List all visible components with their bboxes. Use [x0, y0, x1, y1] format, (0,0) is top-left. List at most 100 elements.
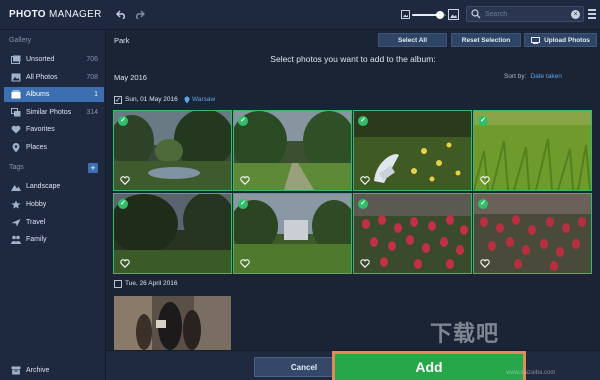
- selected-check-icon[interactable]: ✓: [478, 199, 488, 209]
- selected-check-icon[interactable]: ✓: [118, 199, 128, 209]
- select-all-button[interactable]: Select All: [378, 33, 447, 47]
- heart-icon: [10, 125, 21, 135]
- sidebar-item-label: Travel: [26, 219, 46, 226]
- sort-label: Sort by:: [504, 73, 527, 80]
- sidebar-item-travel[interactable]: Travel: [4, 215, 104, 230]
- add-button[interactable]: Add: [332, 351, 526, 380]
- search-box[interactable]: ×: [466, 6, 584, 22]
- photo-building-trees: [234, 194, 351, 273]
- tags-section-label: Tags: [9, 164, 24, 171]
- add-tag-button[interactable]: +: [88, 163, 98, 173]
- group-location-link[interactable]: Warsaw: [192, 96, 215, 103]
- gallery-section-label: Gallery: [9, 37, 32, 44]
- watermark-logo: 下载吧: [430, 321, 500, 346]
- photo-thumbnail[interactable]: ✓: [473, 193, 592, 274]
- month-heading: May 2016: [114, 73, 147, 82]
- album-name: Park: [114, 36, 130, 45]
- photo-park-trees-path: [234, 111, 351, 190]
- sidebar-item-label: Unsorted: [26, 56, 55, 63]
- unsorted-icon: [10, 55, 21, 65]
- hobby-icon: [10, 200, 21, 210]
- redo-icon[interactable]: [132, 7, 146, 21]
- favorite-heart-icon[interactable]: [480, 259, 490, 268]
- sidebar-item-hobby[interactable]: Hobby: [4, 197, 104, 212]
- group-date-label: Sun, 01 May 2016: [125, 96, 178, 103]
- photo-thumbnail[interactable]: [114, 296, 231, 350]
- family-icon: [10, 235, 21, 245]
- sidebar: Gallery Unsorted 706 All Photos 708 Albu…: [0, 30, 106, 380]
- sidebar-item-places[interactable]: Places: [4, 140, 104, 155]
- search-input[interactable]: [485, 8, 563, 20]
- location-pin-icon: [184, 96, 190, 104]
- title-bar: PHOTO MANAGER ×: [0, 0, 600, 30]
- selected-check-icon[interactable]: ✓: [358, 199, 368, 209]
- sort-option-link[interactable]: Date taken: [530, 73, 561, 80]
- sidebar-item-label: Similar Photos: [26, 109, 72, 116]
- sidebar-item-all-photos[interactable]: All Photos 708: [4, 70, 104, 85]
- favorite-heart-icon[interactable]: [240, 176, 250, 185]
- photo-thumbnail[interactable]: ✓: [113, 193, 232, 274]
- main-panel: Park Select All Reset Selection Upload P…: [106, 30, 600, 380]
- selected-check-icon[interactable]: ✓: [478, 116, 488, 126]
- sidebar-item-count: 314: [86, 109, 98, 116]
- sidebar-item-landscape[interactable]: Landscape: [4, 179, 104, 194]
- photo-red-tulips-2: [474, 194, 591, 273]
- sidebar-item-label: Favorites: [26, 126, 55, 133]
- instruction-text: Select photos you want to add to the alb…: [270, 54, 436, 64]
- archive-icon: [10, 366, 21, 376]
- photo-dark-trees: [114, 194, 231, 273]
- sort-by: Sort by: Date taken: [504, 73, 562, 80]
- clear-search-icon[interactable]: ×: [571, 10, 580, 19]
- favorite-heart-icon[interactable]: [120, 259, 130, 268]
- selected-check-icon[interactable]: ✓: [358, 116, 368, 126]
- photo-thumbnail[interactable]: ✓: [113, 110, 232, 191]
- favorite-heart-icon[interactable]: [240, 259, 250, 268]
- reset-selection-button[interactable]: Reset Selection: [451, 33, 521, 47]
- photo-thumbnail[interactable]: ✓: [233, 193, 352, 274]
- sidebar-item-label: Places: [26, 144, 48, 151]
- slider-knob[interactable]: [435, 11, 444, 19]
- sidebar-item-label: Landscape: [26, 183, 61, 190]
- group-checkbox-may-1[interactable]: ✓: [114, 96, 122, 104]
- sidebar-item-family[interactable]: Family: [4, 232, 104, 247]
- photo-red-tulips: [354, 194, 471, 273]
- group-checkbox-april-26[interactable]: [114, 280, 122, 288]
- favorite-heart-icon[interactable]: [360, 176, 370, 185]
- photo-thumbnail[interactable]: ✓: [353, 193, 472, 274]
- sidebar-item-label: Family: [26, 236, 47, 243]
- selected-check-icon[interactable]: ✓: [238, 116, 248, 126]
- sidebar-item-count: 1: [94, 91, 98, 98]
- sidebar-item-label: Albums: [26, 91, 50, 98]
- photo-flowers-grass: [354, 111, 471, 190]
- photo-park-trees-pond: [114, 111, 231, 190]
- albums-icon: [10, 90, 21, 100]
- landscape-icon: [10, 182, 21, 192]
- photo-thumbnail[interactable]: ✓: [353, 110, 472, 191]
- more-options-icon[interactable]: [587, 8, 597, 20]
- search-icon: [471, 9, 481, 19]
- sidebar-item-archive[interactable]: Archive: [4, 363, 104, 378]
- undo-icon[interactable]: [114, 7, 128, 21]
- photo-street-people: [114, 296, 231, 350]
- small-thumbnail-icon[interactable]: [398, 7, 412, 21]
- selected-check-icon[interactable]: ✓: [118, 116, 128, 126]
- photo-thumbnail[interactable]: ✓: [233, 110, 352, 191]
- selected-check-icon[interactable]: ✓: [238, 199, 248, 209]
- sidebar-item-count: 706: [86, 56, 98, 63]
- large-thumbnail-icon[interactable]: [446, 7, 460, 21]
- favorite-heart-icon[interactable]: [480, 176, 490, 185]
- upload-photos-button[interactable]: Upload Photos: [524, 33, 597, 47]
- sidebar-item-favorites[interactable]: Favorites: [4, 122, 104, 137]
- sidebar-item-label: All Photos: [26, 74, 58, 81]
- favorite-heart-icon[interactable]: [120, 176, 130, 185]
- photo-green-grass: [474, 111, 591, 190]
- sidebar-item-unsorted[interactable]: Unsorted 706: [4, 52, 104, 67]
- sidebar-item-similar-photos[interactable]: Similar Photos 314: [4, 105, 104, 120]
- thumbnail-size-slider[interactable]: [412, 11, 446, 19]
- favorite-heart-icon[interactable]: [360, 259, 370, 268]
- sidebar-item-count: 708: [86, 74, 98, 81]
- sidebar-item-albums[interactable]: Albums 1: [4, 87, 104, 102]
- group-date-label: Tue, 26 April 2016: [125, 280, 178, 287]
- photo-thumbnail[interactable]: ✓: [473, 110, 592, 191]
- sidebar-item-label: Archive: [26, 367, 50, 374]
